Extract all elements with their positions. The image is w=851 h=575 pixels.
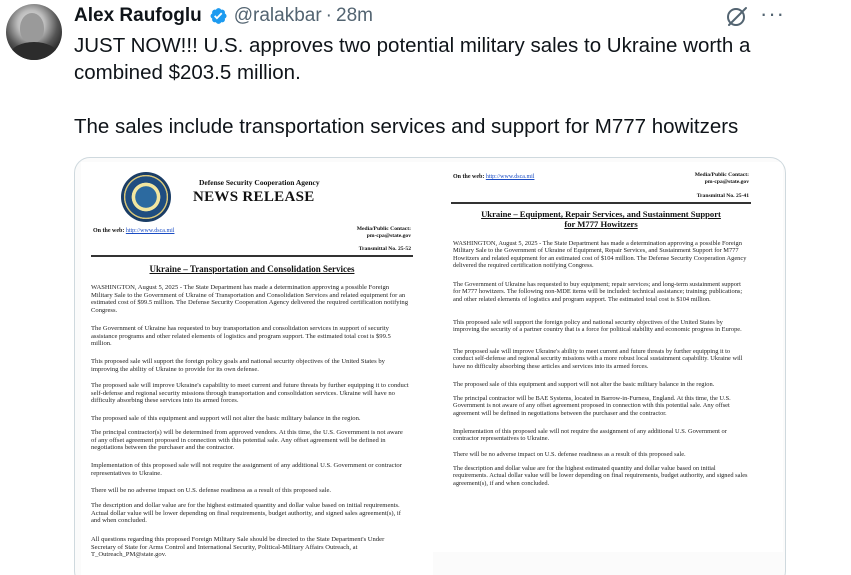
doc1-contact-email: pm-cpa@state.gov xyxy=(366,233,411,239)
doc1-web: On the web: http://www.dsca.mil xyxy=(93,228,174,234)
doc2-title-line1: Ukraine – Equipment, Repair Services, an… xyxy=(481,209,721,219)
doc1-para-3: This proposed sale will support the fore… xyxy=(91,358,385,373)
doc1-title: Ukraine – Transportation and Consolidati… xyxy=(149,264,355,274)
doc2-transmittal: Transmittal No. 25-41 xyxy=(696,193,749,199)
doc2-rule xyxy=(451,202,751,204)
dsca-seal-icon xyxy=(121,172,171,222)
verified-badge-icon xyxy=(208,6,228,26)
more-icon[interactable]: ··· xyxy=(760,2,785,26)
doc1-para-4: The proposed sale will improve Ukraine's… xyxy=(91,382,409,405)
doc2-contact: Media/Public Contact: pm-cpa@state.gov xyxy=(695,172,749,186)
doc1-para-5: The proposed sale of this equipment and … xyxy=(91,415,361,422)
doc1-agency: Defense Security Cooperation Agency xyxy=(199,178,320,187)
doc1-web-label: On the web: xyxy=(93,228,125,234)
doc2-para-1: WASHINGTON, August 5, 2025 - The State D… xyxy=(453,240,747,270)
doc2-para-8: There will be no adverse impact on U.S. … xyxy=(453,451,686,458)
avatar[interactable] xyxy=(6,4,62,60)
doc1-rule xyxy=(91,255,413,257)
author-handle[interactable]: @ralakbar xyxy=(234,5,322,27)
doc2-para-4: The proposed sale will improve Ukraine's… xyxy=(453,348,743,370)
doc2-title: Ukraine – Equipment, Repair Services, an… xyxy=(451,209,751,229)
doc2-title-line2: for M777 Howitzers xyxy=(564,219,638,229)
author-name[interactable]: Alex Raufoglu xyxy=(74,5,202,27)
doc2-contact-label: Media/Public Contact: xyxy=(694,172,749,178)
doc2-web-url: http://www.dsca.mil xyxy=(485,174,535,180)
news-release-document-2: On the web: http://www.dsca.mil Media/Pu… xyxy=(433,162,783,552)
doc1-para-9: The description and dollar value are for… xyxy=(91,502,401,525)
doc1-web-url: http://www.dsca.mil xyxy=(125,228,175,234)
doc1-contact-label: Media/Public Contact: xyxy=(356,226,411,232)
doc2-para-6: The principal contractor will be BAE Sys… xyxy=(453,395,731,417)
doc1-contact: Media/Public Contact: pm-cpa@state.gov xyxy=(357,226,411,240)
avatar-shoulder xyxy=(10,42,58,60)
doc2-web: On the web: http://www.dsca.mil xyxy=(453,174,534,180)
doc1-transmittal: Transmittal No. 25-52 xyxy=(358,246,411,252)
tweet-text-line2: The sales include transportation service… xyxy=(74,115,739,138)
doc1-para-6: The principal contractor(s) will be dete… xyxy=(91,429,403,452)
doc2-web-label: On the web: xyxy=(453,174,485,180)
doc1-para-7: Implementation of this proposed sale wil… xyxy=(91,462,402,477)
doc2-para-2: The Government of Ukraine has requested … xyxy=(453,281,743,303)
doc1-para-2: The Government of Ukraine has requested … xyxy=(91,325,391,348)
tweet-timestamp[interactable]: 28m xyxy=(336,5,373,27)
doc1-para-1: WASHINGTON, August 5, 2025 - The State D… xyxy=(91,284,409,315)
avatar-face xyxy=(20,13,44,43)
news-release-document-1: Defense Security Cooperation Agency NEWS… xyxy=(81,162,433,575)
doc2-contact-email: pm-cpa@state.gov xyxy=(704,179,749,185)
doc2-para-7: Implementation of this proposed sale wil… xyxy=(453,428,727,443)
doc1-heading: NEWS RELEASE xyxy=(193,189,315,205)
grok-icon[interactable] xyxy=(724,3,750,29)
tweet-text: JUST NOW!!! U.S. approves two potential … xyxy=(74,32,814,140)
doc2-para-5: The proposed sale of this equipment and … xyxy=(453,381,715,388)
separator-dot: · xyxy=(325,5,332,26)
tweet-header: Alex Raufoglu @ralakbar · 28m xyxy=(74,4,373,28)
media-card[interactable]: Defense Security Cooperation Agency NEWS… xyxy=(74,157,786,575)
doc2-para-9: The description and dollar value are for… xyxy=(453,465,748,487)
tweet-text-line1: JUST NOW!!! U.S. approves two potential … xyxy=(74,34,751,84)
doc1-para-8: There will be no adverse impact on U.S. … xyxy=(91,487,332,494)
doc2-para-3: This proposed sale will support the fore… xyxy=(453,319,742,334)
doc1-para-10: All questions regarding this proposed Fo… xyxy=(91,536,385,559)
